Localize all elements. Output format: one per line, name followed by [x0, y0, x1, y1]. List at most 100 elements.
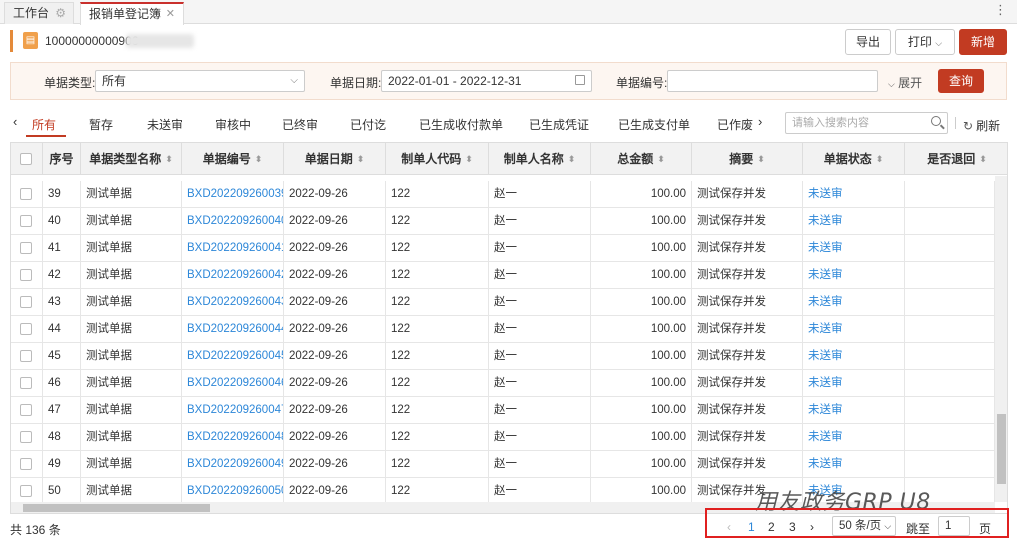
vertical-scrollbar[interactable]	[995, 176, 1007, 502]
new-button[interactable]: 新增	[959, 29, 1007, 55]
row-checkbox[interactable]	[20, 404, 32, 416]
cell-status-link[interactable]: 未送审	[803, 235, 905, 262]
sort-icon[interactable]: ⬍	[255, 155, 263, 164]
cell-doc-no-link[interactable]: BXD202209260050	[182, 478, 284, 505]
cell-status-link[interactable]: 未送审	[803, 262, 905, 289]
cell-doc-no-link[interactable]: BXD202209260043	[182, 289, 284, 316]
prev-page-icon[interactable]: ‹	[727, 520, 731, 534]
cell-status-link[interactable]: 未送审	[803, 343, 905, 370]
row-checkbox[interactable]	[20, 215, 32, 227]
col-header[interactable]: 单据编号 ⬍	[182, 143, 284, 175]
table-row[interactable]: 42 测试单据 BXD202209260042 2022-09-26 122 赵一 100.…	[11, 262, 995, 289]
row-checkbox[interactable]	[20, 377, 32, 389]
refresh-button[interactable]: ↻ 刷新	[963, 117, 1000, 134]
tab-not-submitted[interactable]: 未送审	[147, 116, 183, 133]
col-header[interactable]: 制单人代码 ⬍	[386, 143, 489, 175]
vertical-scroll-thumb[interactable]	[997, 414, 1006, 484]
col-header[interactable]: 序号	[43, 143, 81, 175]
query-button[interactable]: 查询	[938, 69, 984, 93]
table-row[interactable]: 46 测试单据 BXD202209260046 2022-09-26 122 赵一 100.…	[11, 370, 995, 397]
col-header[interactable]: 制单人名称 ⬍	[489, 143, 591, 175]
table-row[interactable]: 45 测试单据 BXD202209260045 2022-09-26 122 赵一 100.…	[11, 343, 995, 370]
col-header[interactable]: 单据类型名称 ⬍	[81, 143, 182, 175]
row-checkbox[interactable]	[20, 350, 32, 362]
cell-doc-no-link[interactable]: BXD202209260045	[182, 343, 284, 370]
tab-workbench[interactable]: 工作台 ⚙	[4, 2, 74, 24]
more-icon[interactable]: ⋮	[994, 2, 1007, 18]
doc-no-input[interactable]	[667, 70, 878, 92]
sort-icon[interactable]: ⬍	[357, 155, 365, 164]
close-icon[interactable]: ✕	[166, 4, 175, 24]
sort-icon[interactable]: ⬍	[568, 155, 576, 164]
cell-doc-no-link[interactable]: BXD202209260046	[182, 370, 284, 397]
cell-status-link[interactable]: 未送审	[803, 370, 905, 397]
search-icon[interactable]	[931, 116, 941, 126]
cell-doc-no-link[interactable]: BXD202209260041	[182, 235, 284, 262]
doc-date-input[interactable]: 2022-01-01 - 2022-12-31	[381, 70, 592, 92]
cell-doc-no-link[interactable]: BXD202209260042	[182, 262, 284, 289]
cell-status-link[interactable]: 未送审	[803, 289, 905, 316]
page-size-select[interactable]: 50 条/页 ⌵	[832, 516, 896, 536]
tab-under-review[interactable]: 审核中	[215, 116, 251, 133]
cell-status-link[interactable]: 未送审	[803, 424, 905, 451]
print-button[interactable]: 打印 ⌵	[895, 29, 955, 55]
row-checkbox[interactable]	[20, 242, 32, 254]
sort-icon[interactable]: ⬍	[876, 155, 884, 164]
col-header[interactable]: 总金额 ⬍	[591, 143, 692, 175]
tab-voided[interactable]: 已作废	[717, 116, 753, 133]
select-all-checkbox[interactable]	[20, 153, 32, 165]
col-header[interactable]: 单据状态 ⬍	[803, 143, 905, 175]
row-checkbox[interactable]	[20, 458, 32, 470]
cell-doc-no-link[interactable]: BXD202209260047	[182, 397, 284, 424]
table-row[interactable]: 40 测试单据 BXD202209260040 2022-09-26 122 赵一 100.…	[11, 208, 995, 235]
page-2[interactable]: 2	[768, 520, 775, 534]
tab-final-approved[interactable]: 已终审	[282, 116, 318, 133]
next-page-icon[interactable]: ›	[810, 520, 814, 534]
gear-icon[interactable]: ⚙	[55, 3, 66, 23]
sort-icon[interactable]: ⬍	[979, 155, 987, 164]
expand-toggle[interactable]: ⌵ 展开	[888, 74, 922, 91]
cell-status-link[interactable]: 未送审	[803, 181, 905, 208]
row-checkbox[interactable]	[20, 296, 32, 308]
tab-expense-register[interactable]: 报销单登记簿 ✕	[80, 2, 184, 25]
doc-type-select[interactable]: 所有 ⌵	[95, 70, 305, 92]
table-row[interactable]: 44 测试单据 BXD202209260044 2022-09-26 122 赵一 100.…	[11, 316, 995, 343]
page-3[interactable]: 3	[789, 520, 796, 534]
jump-page-input[interactable]: 1	[938, 516, 970, 536]
export-button[interactable]: 导出	[845, 29, 891, 55]
col-header[interactable]: 摘要 ⬍	[692, 143, 803, 175]
sort-icon[interactable]: ⬍	[465, 155, 473, 164]
row-checkbox[interactable]	[20, 188, 32, 200]
sort-icon[interactable]: ⬍	[165, 155, 173, 164]
tab-all[interactable]: 所有	[32, 116, 56, 133]
sort-icon[interactable]: ⬍	[657, 155, 665, 164]
table-row[interactable]: 41 测试单据 BXD202209260041 2022-09-26 122 赵一 100.…	[11, 235, 995, 262]
tab-paid[interactable]: 已付讫	[350, 116, 386, 133]
cell-doc-no-link[interactable]: BXD202209260040	[182, 208, 284, 235]
table-row[interactable]: 47 测试单据 BXD202209260047 2022-09-26 122 赵一 100.…	[11, 397, 995, 424]
cell-status-link[interactable]: 未送审	[803, 451, 905, 478]
cell-doc-no-link[interactable]: BXD202209260049	[182, 451, 284, 478]
search-input[interactable]: 请输入搜索内容	[785, 112, 948, 134]
table-row[interactable]: 48 测试单据 BXD202209260048 2022-09-26 122 赵一 100.…	[11, 424, 995, 451]
table-row[interactable]: 39 测试单据 BXD202209260039 2022-09-26 122 赵一 100.…	[11, 181, 995, 208]
chevron-right-icon[interactable]: ›	[758, 114, 762, 129]
row-checkbox[interactable]	[20, 431, 32, 443]
table-row[interactable]: 49 测试单据 BXD202209260049 2022-09-26 122 赵一 100.…	[11, 451, 995, 478]
cell-status-link[interactable]: 未送审	[803, 397, 905, 424]
row-checkbox[interactable]	[20, 485, 32, 497]
row-checkbox[interactable]	[20, 269, 32, 281]
tab-draft[interactable]: 暂存	[89, 116, 113, 133]
cell-status-link[interactable]: 未送审	[803, 316, 905, 343]
cell-doc-no-link[interactable]: BXD202209260044	[182, 316, 284, 343]
cell-status-link[interactable]: 未送审	[803, 208, 905, 235]
row-checkbox[interactable]	[20, 323, 32, 335]
horizontal-scroll-thumb[interactable]	[23, 504, 210, 512]
cell-doc-no-link[interactable]: BXD202209260048	[182, 424, 284, 451]
tab-receipt-generated[interactable]: 已生成收付款单	[419, 116, 503, 133]
page-1[interactable]: 1	[748, 520, 755, 534]
col-header[interactable]: 单据日期 ⬍	[284, 143, 386, 175]
tab-payment-generated[interactable]: 已生成支付单	[618, 116, 690, 133]
cell-doc-no-link[interactable]: BXD202209260039	[182, 181, 284, 208]
tab-voucher-generated[interactable]: 已生成凭证	[529, 116, 589, 133]
